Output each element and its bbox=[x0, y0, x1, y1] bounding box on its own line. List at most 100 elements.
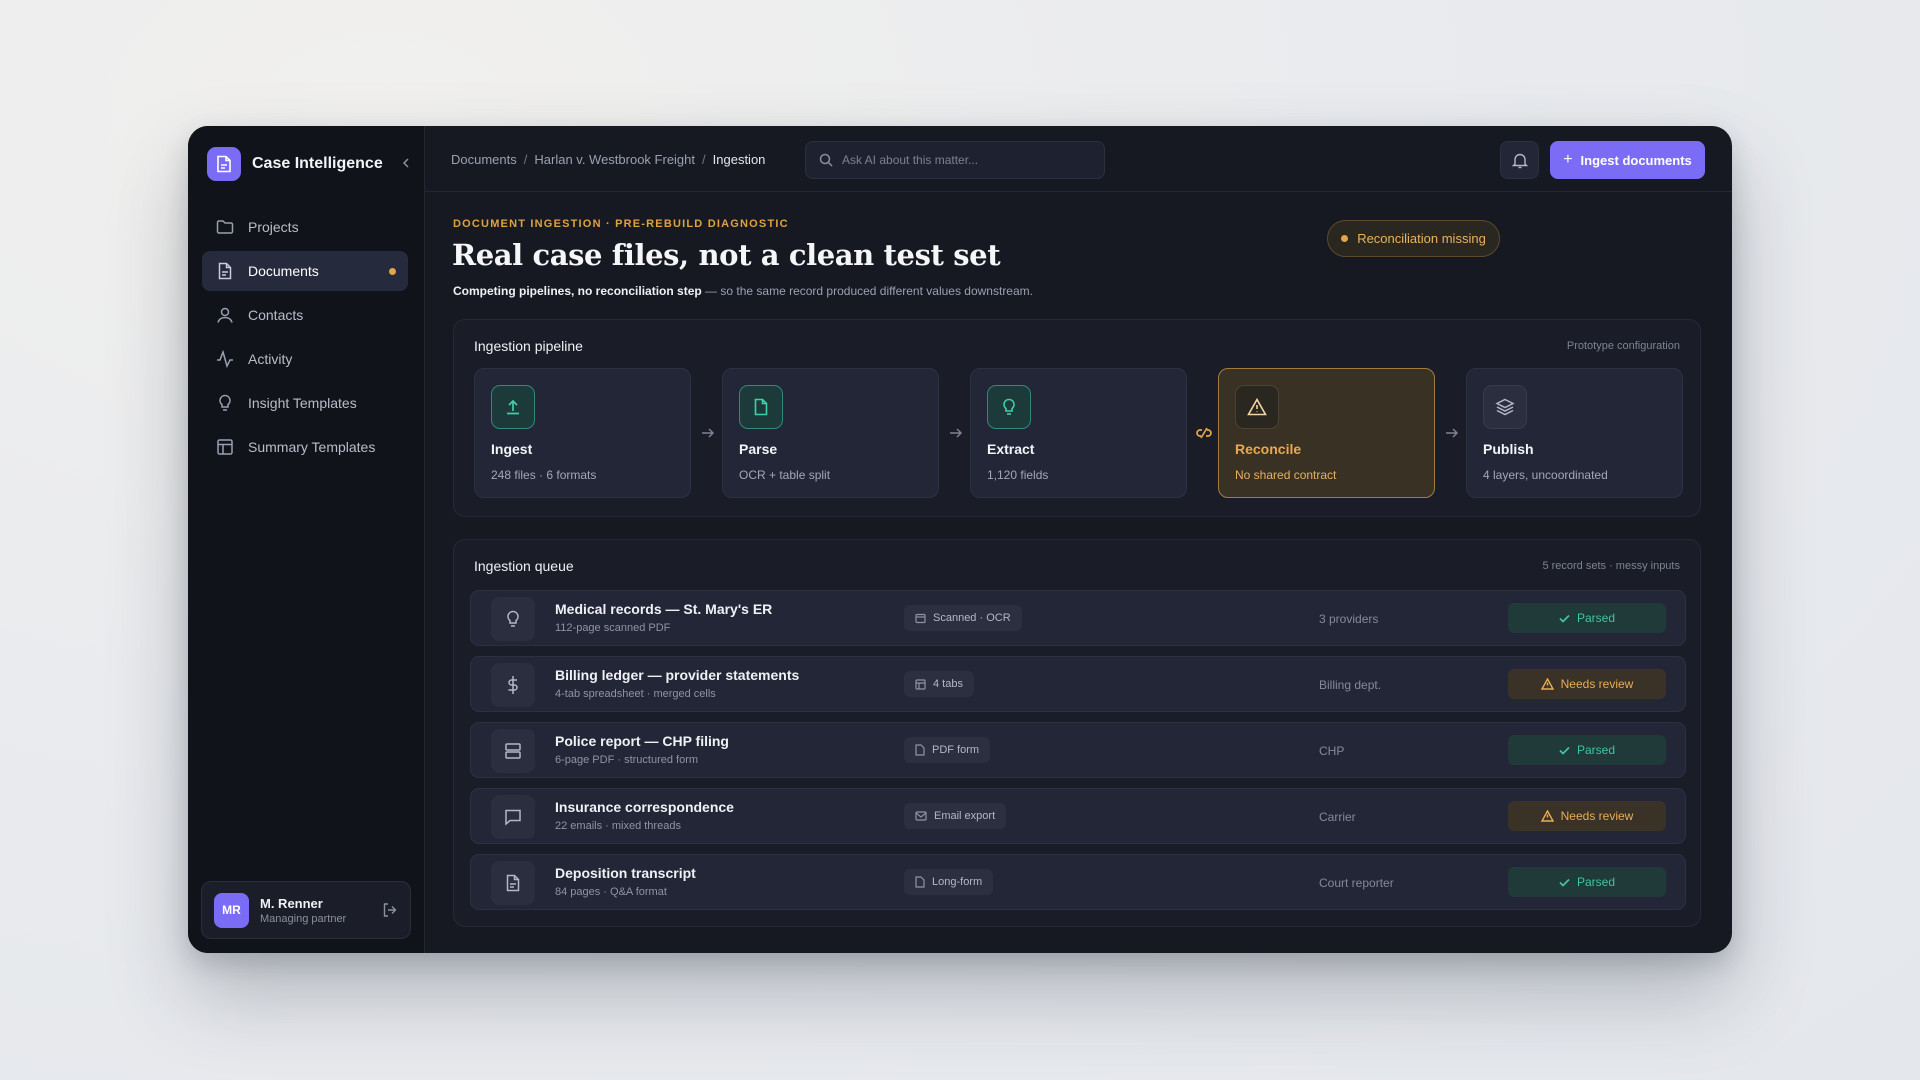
app-logo-icon bbox=[207, 147, 241, 181]
status-label: Parsed bbox=[1576, 743, 1616, 757]
document-icon bbox=[218, 262, 232, 280]
status-label: Reconciliation missing bbox=[1357, 231, 1486, 246]
message-icon bbox=[491, 795, 535, 839]
lightbulb-icon bbox=[491, 597, 535, 641]
search-input[interactable] bbox=[842, 153, 1082, 167]
user-name: M. Renner bbox=[260, 895, 323, 911]
arrow-right-icon bbox=[1440, 426, 1464, 444]
folder-icon bbox=[216, 220, 234, 234]
file-icon bbox=[739, 385, 783, 429]
queue-panel: Ingestion queue 5 record sets · messy in… bbox=[453, 539, 1701, 927]
stage-meta: 4 layers, uncoordinated bbox=[1483, 468, 1608, 482]
arrow-right-icon bbox=[944, 426, 968, 444]
search-box[interactable] bbox=[805, 141, 1105, 179]
sidebar-item-summary-templates[interactable]: Summary Templates bbox=[202, 427, 408, 467]
brand: Case Intelligence bbox=[207, 147, 409, 181]
sidebar-item-activity[interactable]: Activity bbox=[202, 339, 408, 379]
unread-dot bbox=[389, 268, 396, 275]
scan-icon bbox=[915, 613, 926, 623]
check-icon bbox=[1559, 878, 1570, 887]
upload-icon bbox=[491, 385, 535, 429]
format-tag: Scanned · OCR bbox=[904, 605, 1022, 631]
check-icon bbox=[1559, 614, 1570, 623]
breadcrumb-separator: / bbox=[702, 152, 706, 167]
search-icon bbox=[819, 153, 833, 167]
file-icon bbox=[915, 744, 925, 756]
stage-meta: 1,120 fields bbox=[987, 468, 1049, 482]
queue-title: Ingestion queue bbox=[474, 558, 574, 574]
logout-icon[interactable] bbox=[382, 902, 398, 923]
table-row[interactable]: Medical records — St. Mary's ER 112-page… bbox=[470, 590, 1686, 646]
notifications-button[interactable] bbox=[1500, 141, 1539, 179]
pipeline-panel: Ingestion pipeline Prototype configurati… bbox=[453, 319, 1701, 517]
sidebar-item-insight-templates[interactable]: Insight Templates bbox=[202, 383, 408, 423]
mail-icon bbox=[915, 811, 927, 821]
stage-name: Parse bbox=[739, 441, 778, 457]
sidebar-item-projects[interactable]: Projects bbox=[202, 207, 408, 247]
format-tag-label: Email export bbox=[934, 810, 996, 822]
status-label: Needs review bbox=[1560, 677, 1634, 691]
ingest-documents-button[interactable]: + Ingest documents bbox=[1550, 141, 1705, 179]
format-tag: Email export bbox=[904, 803, 1007, 829]
breadcrumb-current: Ingestion bbox=[712, 152, 766, 167]
row-source: Court reporter bbox=[1319, 876, 1394, 890]
activity-icon bbox=[217, 350, 233, 368]
stage-name: Extract bbox=[987, 441, 1035, 457]
form-icon bbox=[491, 729, 535, 773]
row-title: Insurance correspondence bbox=[555, 799, 734, 815]
breadcrumb-matter[interactable]: Harlan v. Westbrook Freight bbox=[534, 152, 695, 167]
sidebar: Case Intelligence Projects Documents Con… bbox=[188, 126, 425, 953]
check-icon bbox=[1559, 746, 1570, 755]
queue-meta: 5 record sets · messy inputs bbox=[1542, 560, 1680, 572]
row-source: CHP bbox=[1319, 744, 1345, 758]
breadcrumb-separator: / bbox=[523, 152, 528, 167]
row-title: Billing ledger — provider statements bbox=[555, 667, 800, 683]
warning-icon bbox=[1235, 385, 1279, 429]
row-source: Carrier bbox=[1319, 810, 1356, 824]
collapse-sidebar-icon[interactable] bbox=[401, 156, 411, 172]
subtitle-emphasis: Competing pipelines, no reconciliation s… bbox=[453, 284, 702, 298]
pipeline-title: Ingestion pipeline bbox=[474, 338, 583, 354]
stage-publish[interactable]: Publish 4 layers, uncoordinated bbox=[1466, 368, 1683, 498]
table-row[interactable]: Deposition transcript 84 pages · Q&A for… bbox=[470, 854, 1686, 910]
sidebar-item-contacts[interactable]: Contacts bbox=[202, 295, 408, 335]
sidebar-item-label: Summary Templates bbox=[248, 439, 376, 455]
warning-icon bbox=[1540, 810, 1554, 822]
breadcrumb-documents[interactable]: Documents bbox=[451, 152, 517, 167]
dollar-icon bbox=[491, 663, 535, 707]
stage-name: Ingest bbox=[491, 441, 533, 457]
stage-parse[interactable]: Parse OCR + table split bbox=[722, 368, 939, 498]
status-badge: Needs review bbox=[1508, 669, 1666, 699]
format-tag-label: Scanned · OCR bbox=[933, 612, 1011, 624]
table-row[interactable]: Billing ledger — provider statements 4-t… bbox=[470, 656, 1686, 712]
main-content: Documents / Harlan v. Westbrook Freight … bbox=[425, 126, 1732, 953]
format-tag: 4 tabs bbox=[904, 671, 974, 697]
table-row[interactable]: Insurance correspondence 22 emails · mix… bbox=[470, 788, 1686, 844]
sidebar-item-documents[interactable]: Documents bbox=[202, 251, 408, 291]
sidebar-item-label: Contacts bbox=[248, 307, 304, 323]
format-tag: Long-form bbox=[904, 869, 994, 895]
page-title: Real case files, not a clean test set bbox=[452, 238, 1001, 272]
stage-reconcile[interactable]: Reconcile No shared contract bbox=[1218, 368, 1435, 498]
status-label: Parsed bbox=[1576, 611, 1616, 625]
row-title: Police report — CHP filing bbox=[555, 733, 729, 749]
stage-extract[interactable]: Extract 1,120 fields bbox=[970, 368, 1187, 498]
status-badge: Parsed bbox=[1508, 867, 1666, 897]
stage-meta: 248 files · 6 formats bbox=[491, 468, 597, 482]
status-badge: Parsed bbox=[1508, 735, 1666, 765]
format-tag-label: Long-form bbox=[932, 876, 983, 888]
user-card[interactable]: MR M. Renner Managing partner bbox=[201, 881, 411, 939]
pipeline-meta: Prototype configuration bbox=[1566, 340, 1680, 352]
stage-meta: OCR + table split bbox=[739, 468, 831, 482]
broken-link-icon bbox=[1192, 426, 1216, 445]
plus-icon: + bbox=[1563, 151, 1573, 168]
stage-ingest[interactable]: Ingest 248 files · 6 formats bbox=[474, 368, 691, 498]
layout-icon bbox=[217, 439, 233, 455]
row-title: Deposition transcript bbox=[555, 865, 696, 881]
subtitle-text: — so the same record produced different … bbox=[701, 284, 1033, 298]
status-label: Parsed bbox=[1576, 875, 1616, 889]
lightbulb-icon bbox=[987, 385, 1031, 429]
sidebar-item-label: Activity bbox=[248, 351, 293, 367]
table-row[interactable]: Police report — CHP filing 6-page PDF · … bbox=[470, 722, 1686, 778]
sidebar-item-label: Projects bbox=[248, 219, 299, 235]
